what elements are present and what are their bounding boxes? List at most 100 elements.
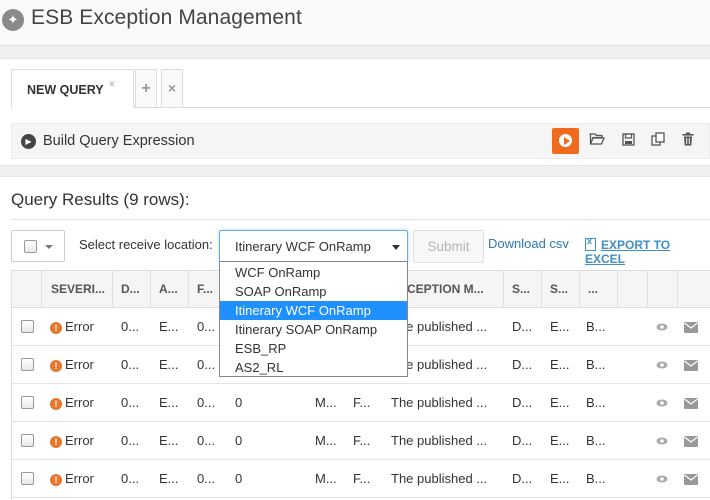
select-all-dropdown[interactable] [11,230,65,262]
mail-icon[interactable] [684,322,698,333]
results-title: Query Results (9 rows): [11,190,190,209]
column-header-view [618,271,648,308]
remove-query-tab-button[interactable]: × [161,69,183,108]
table-cell: M... [315,471,337,486]
query-panel: NEW QUERY × + × ▶ Build Query Expression [0,58,710,166]
table-cell: 0... [121,471,140,486]
divider [11,219,710,220]
error-icon: ! [50,360,62,372]
select-all-checkbox[interactable] [24,240,37,253]
table-cell: 0... [197,319,216,334]
column-header-mail [678,271,710,308]
table-row[interactable]: ! Error 0... E... 0... 0 M... F... The published… [12,384,710,422]
column-header[interactable]: A... [151,271,189,308]
table-cell: E... [550,319,570,334]
run-query-button[interactable] [552,128,579,154]
receive-location-select[interactable]: Itinerary WCF OnRamp [219,230,408,263]
eye-icon[interactable] [656,435,668,447]
tab-close-icon[interactable]: × [109,79,115,90]
option-as2-rl[interactable]: AS2_RL [220,358,407,377]
table-cell: F... [353,433,371,448]
error-icon: ! [50,322,62,334]
open-folder-icon[interactable] [587,131,607,151]
severity-text: Error [65,395,94,410]
export-to-excel-link[interactable]: EXPORT TO EXCEL [585,236,710,266]
severity-cell: ! Error [50,346,94,384]
tab-label: NEW QUERY [27,83,104,97]
table-cell: E... [159,357,179,372]
table-cell: D... [512,433,533,448]
tab-new-query[interactable]: NEW QUERY × [11,69,134,109]
mail-icon[interactable] [684,436,698,447]
row-checkbox[interactable] [21,472,34,485]
copy-icon[interactable] [648,131,668,151]
table-cell: E... [550,471,570,486]
table-cell: B... [586,433,606,448]
query-tab-bar: NEW QUERY × + × [11,69,710,109]
table-cell: D... [512,357,533,372]
column-header-action [648,271,678,308]
option-wcf-onramp[interactable]: WCF OnRamp [220,263,407,282]
row-checkbox[interactable] [21,320,34,333]
table-cell: B... [586,395,606,410]
build-query-bar[interactable]: ▶ Build Query Expression [11,123,710,159]
eye-icon[interactable] [656,473,668,485]
severity-text: Error [65,357,94,372]
column-header[interactable]: S... [542,271,580,308]
eye-icon[interactable] [656,321,668,333]
mail-icon[interactable] [684,398,698,409]
table-cell: 0 [235,433,243,448]
option-itinerary-soap-onramp[interactable]: Itinerary SOAP OnRamp [220,320,407,339]
option-esb-rp[interactable]: ESB_RP [220,339,407,358]
table-cell: D... [512,395,533,410]
dropdown-arrow-icon [392,245,400,250]
severity-cell: ! Error [50,308,94,346]
caret-down-icon [45,245,53,249]
submit-button[interactable]: Submit [413,230,484,263]
add-query-tab-button[interactable]: + [135,69,157,108]
page-title: ESB Exception Management [31,6,302,29]
option-itinerary-wcf-onramp[interactable]: Itinerary WCF OnRamp [220,301,407,320]
mail-icon[interactable] [684,474,698,485]
column-header-severity[interactable]: SEVERI... [43,271,113,308]
wrench-icon: ✦ [2,9,24,31]
table-cell: E... [159,471,179,486]
table-row[interactable]: ! Error 0... E... 0... 0 M... F... The published… [12,422,710,460]
table-cell: E... [159,433,179,448]
export-to-excel-label: EXPORT TO EXCEL [585,238,671,266]
table-cell: M... [315,433,337,448]
table-cell: E... [550,357,570,372]
table-cell: 0... [121,357,140,372]
eye-icon[interactable] [656,397,668,409]
mail-icon[interactable] [684,360,698,371]
trash-icon[interactable] [678,131,698,151]
header-select-col [12,271,42,308]
error-icon: ! [50,436,62,448]
expand-chevron-icon[interactable]: ▶ [21,134,36,149]
play-icon [564,137,570,145]
table-cell: F... [353,395,371,410]
table-cell: The published ... [391,395,488,410]
column-header[interactable]: ... [580,271,618,308]
save-icon[interactable] [618,131,638,151]
row-checkbox[interactable] [21,396,34,409]
row-checkbox[interactable] [21,434,34,447]
download-csv-link[interactable]: Download csv [488,236,569,251]
severity-cell: ! Error [50,460,94,498]
row-checkbox[interactable] [21,358,34,371]
table-row[interactable]: ! Error 0... E... 0... 0 M... F... The published… [12,460,710,498]
eye-icon[interactable] [656,359,668,371]
option-soap-onramp[interactable]: SOAP OnRamp [220,282,407,301]
table-cell: 0... [197,357,216,372]
column-header[interactable]: D... [113,271,151,308]
severity-text: Error [65,471,94,486]
table-cell: The published ... [391,471,488,486]
table-cell: E... [550,433,570,448]
receive-location-label: Select receive location: [79,237,213,252]
app-header: ✦ ESB Exception Management [0,0,710,46]
column-header[interactable]: S... [504,271,542,308]
table-cell: 0... [121,433,140,448]
build-query-label: Build Query Expression [43,133,195,149]
table-cell: 0... [197,395,216,410]
table-cell: The published ... [391,433,488,448]
